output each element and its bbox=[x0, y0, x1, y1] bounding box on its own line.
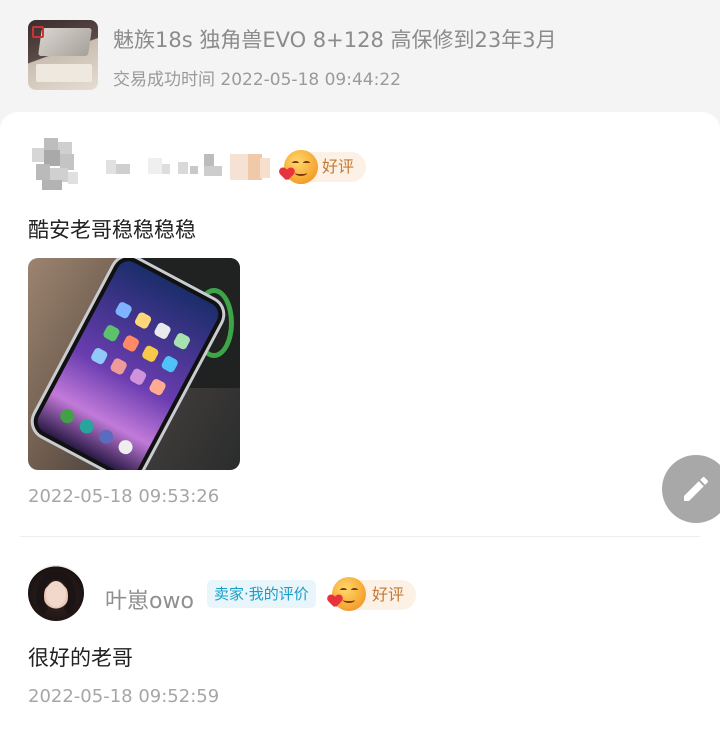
review-divider bbox=[20, 536, 700, 537]
rating-emoji-icon bbox=[284, 150, 318, 184]
smiling-face-heart-icon bbox=[332, 577, 366, 611]
trade-time: 交易成功时间 2022-05-18 09:44:22 bbox=[113, 70, 401, 90]
product-thumbnail[interactable] bbox=[28, 20, 98, 90]
review-time: 2022-05-18 09:53:26 bbox=[28, 486, 220, 507]
review-text: 酷安老哥稳稳稳稳 bbox=[28, 218, 196, 242]
seller-name[interactable]: 叶崽owo bbox=[105, 583, 194, 615]
product-title[interactable]: 魅族18s 独角兽EVO 8+128 高保修到23年3月 bbox=[113, 24, 557, 54]
seller-review-time: 2022-05-18 09:52:59 bbox=[28, 686, 220, 707]
product-photo-detail bbox=[32, 26, 44, 38]
product-header[interactable]: 魅族18s 独角兽EVO 8+128 高保修到23年3月 交易成功时间 2022… bbox=[0, 0, 720, 112]
pencil-edit-icon bbox=[684, 476, 709, 501]
reviewer-avatar[interactable] bbox=[32, 138, 82, 192]
seller-avatar[interactable] bbox=[28, 565, 84, 621]
product-photo-box bbox=[36, 64, 92, 82]
reviewer-name-masked bbox=[100, 152, 280, 182]
seller-role-tag: 卖家·我的评价 bbox=[207, 580, 316, 608]
seller-review-text: 很好的老哥 bbox=[28, 646, 133, 670]
product-photo-laptop bbox=[38, 28, 92, 56]
review-photo[interactable] bbox=[28, 258, 240, 470]
